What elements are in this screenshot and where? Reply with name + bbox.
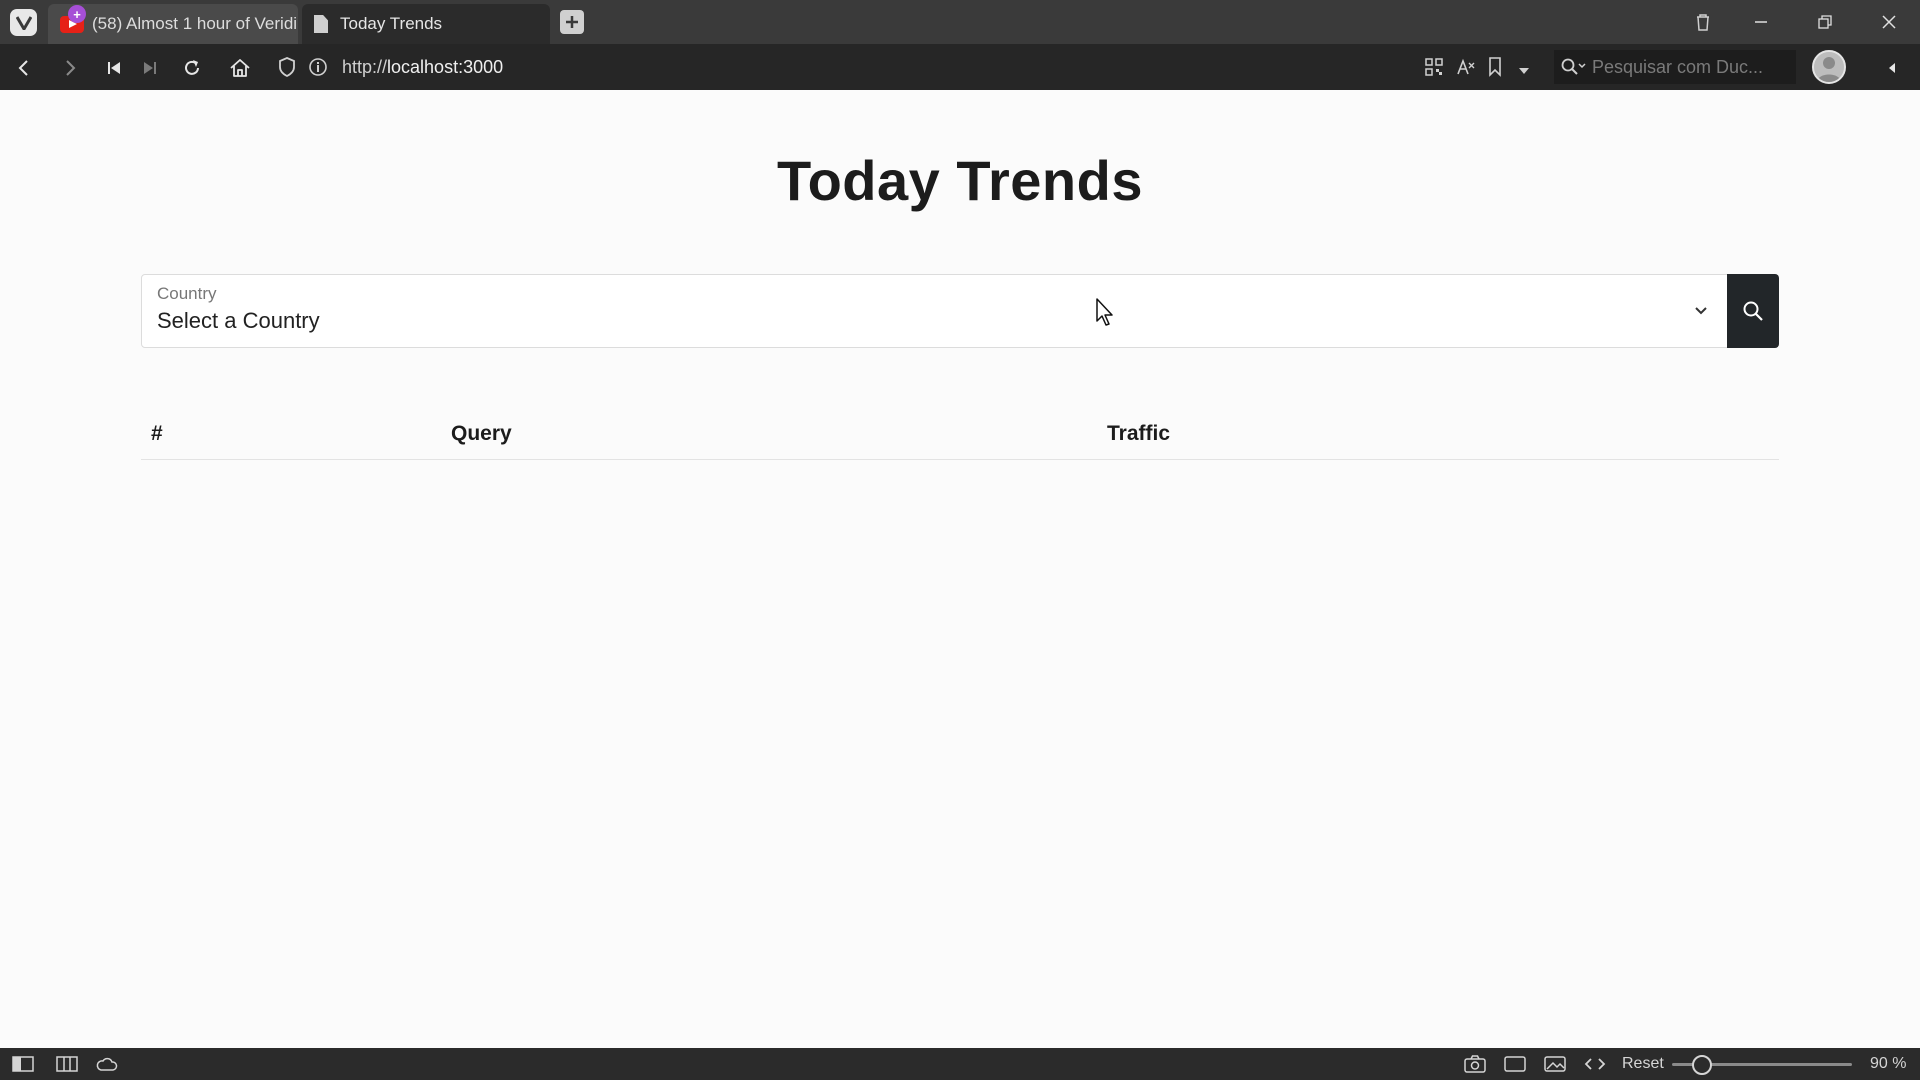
bookmark-icon[interactable] [1488, 57, 1502, 82]
rewind-icon [108, 62, 120, 74]
code-icon [1584, 1058, 1606, 1070]
tab-youtube[interactable]: (58) Almost 1 hour of Veridi [48, 4, 298, 44]
qr-code-icon[interactable] [1425, 58, 1443, 81]
shield-icon[interactable] [278, 57, 296, 82]
site-info-icon[interactable] [308, 57, 328, 82]
forward-button[interactable] [56, 54, 84, 82]
reload-button[interactable] [178, 54, 206, 82]
user-icon [1814, 52, 1844, 82]
home-icon [230, 59, 250, 77]
column-header-traffic: Traffic [1107, 422, 1171, 445]
trash-button[interactable] [1686, 8, 1720, 36]
url-host: localhost:3000 [387, 56, 504, 77]
tab-youtube-label: (58) Almost 1 hour of Veridi [92, 14, 298, 33]
restore-button[interactable] [1808, 8, 1842, 36]
browser-status-bar: Reset 90 % [0, 1048, 1920, 1080]
zoom-slider-handle[interactable] [1692, 1055, 1712, 1075]
column-header-query: Query [451, 422, 512, 445]
minimize-button[interactable] [1744, 8, 1778, 36]
search-icon [1743, 301, 1763, 321]
reload-icon [185, 60, 199, 75]
mouse-cursor-icon [1096, 298, 1113, 326]
close-window-button[interactable] [1872, 8, 1906, 36]
fast-forward-button[interactable] [136, 54, 164, 82]
screenshot-button[interactable] [1464, 1055, 1486, 1073]
camera-icon [1464, 1055, 1486, 1073]
chevron-right-icon [66, 60, 76, 76]
browser-navigation-bar: http://localhost:3000 Pesquisar com Duc.… [0, 44, 1920, 90]
page-tiling-button[interactable] [1504, 1055, 1526, 1073]
country-select-value: Select a Country [157, 308, 320, 333]
images-button[interactable] [1544, 1055, 1566, 1073]
browser-tab-strip: (58) Almost 1 hour of Veridi + Today Tre… [0, 0, 1920, 44]
trends-table-header: # Query Traffic [141, 414, 1779, 460]
search-trends-button[interactable] [1727, 274, 1779, 348]
dropdown-arrow-icon[interactable] [1518, 62, 1530, 80]
address-bar[interactable]: http://localhost:3000 [270, 50, 1540, 84]
tiling-icon [56, 1056, 78, 1072]
notification-badge: + [68, 5, 86, 23]
restore-icon [1818, 15, 1832, 29]
plus-icon [566, 16, 578, 28]
url-scheme: http:// [342, 56, 388, 77]
document-icon [314, 15, 328, 33]
fast-forward-icon [144, 62, 156, 74]
back-button[interactable] [10, 54, 38, 82]
profile-avatar[interactable] [1812, 50, 1846, 84]
panel-button[interactable] [12, 1055, 34, 1073]
minimize-icon [1755, 21, 1767, 23]
window-icon [1504, 1056, 1526, 1072]
translate-icon[interactable] [1456, 58, 1476, 81]
chevron-down-icon [1695, 307, 1707, 315]
tab-today-trends[interactable]: Today Trends [302, 4, 550, 44]
new-tab-button[interactable] [560, 10, 584, 34]
search-engine-input[interactable]: Pesquisar com Duc... [1554, 50, 1796, 84]
tab-today-trends-label: Today Trends [340, 14, 443, 33]
search-placeholder: Pesquisar com Duc... [1592, 56, 1764, 77]
chevron-left-icon [18, 60, 28, 76]
sidebar-panel-icon [12, 1056, 34, 1072]
cloud-icon [96, 1057, 118, 1071]
page-title: Today Trends [777, 149, 1143, 212]
tab-tiling-button[interactable] [56, 1055, 78, 1073]
column-header-rank: # [151, 422, 163, 445]
close-icon [1882, 15, 1896, 29]
home-button[interactable] [226, 54, 254, 82]
web-page: Today Trends Country Select a Country # … [0, 90, 1920, 1048]
caret-left-icon [1889, 63, 1895, 73]
country-select-label: Country [157, 284, 217, 303]
vivaldi-logo-icon[interactable] [10, 9, 37, 36]
trash-icon [1697, 14, 1709, 31]
zoom-level: 90 % [1870, 1055, 1907, 1072]
sync-button[interactable] [96, 1055, 118, 1073]
panel-toggle-button[interactable] [1878, 54, 1906, 82]
country-select[interactable]: Country Select a Country [141, 274, 1728, 348]
image-icon [1544, 1056, 1566, 1072]
page-actions-button[interactable] [1584, 1055, 1606, 1073]
rewind-button[interactable] [100, 54, 128, 82]
search-icon [1560, 57, 1586, 82]
zoom-reset-button[interactable]: Reset [1622, 1055, 1664, 1073]
url-text: http://localhost:3000 [342, 57, 503, 78]
